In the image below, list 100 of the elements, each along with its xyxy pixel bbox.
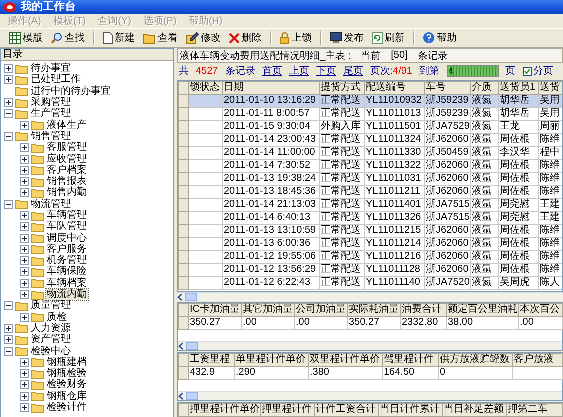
column-header[interactable]: 供方放液贮罐数	[438, 354, 512, 366]
column-header[interactable]: 押第二车	[506, 404, 562, 416]
horizontal-scrollbar[interactable]	[177, 292, 563, 301]
expand-icon[interactable]	[20, 312, 29, 322]
tree-item[interactable]: 采购管理	[30, 97, 72, 108]
tree-item[interactable]: 检验财务	[46, 379, 88, 390]
expand-icon[interactable]	[20, 177, 29, 186]
expand-icon[interactable]	[20, 244, 29, 254]
collapse-icon[interactable]	[4, 109, 13, 118]
collapse-icon[interactable]	[4, 200, 13, 209]
column-header[interactable]: 配送编号	[364, 81, 424, 94]
column-header[interactable]: 客户放液	[512, 354, 562, 366]
toolbar-button[interactable]: 删除	[226, 30, 265, 46]
expand-icon[interactable]	[20, 120, 29, 130]
tree-item[interactable]: 检验计件	[46, 402, 88, 414]
column-header[interactable]: 押里程计件单价	[188, 404, 260, 416]
horizontal-scrollbar[interactable]	[178, 341, 562, 350]
table-row[interactable]: 2011-01-14 23:00:43 正常配送 YL11011324 浙J62060 液氩 周佐根 陈维	[178, 133, 562, 146]
tree-item[interactable]: 客户档案	[46, 164, 88, 176]
page-link[interactable]: 上页	[289, 64, 310, 78]
tree-item[interactable]: 客服管理	[46, 142, 88, 154]
column-header[interactable]: 驾里程计件	[382, 354, 438, 366]
collapse-icon[interactable]	[4, 132, 13, 141]
column-header[interactable]: 工资里程	[188, 354, 234, 366]
toolbar-button[interactable]: 刷新	[369, 30, 408, 46]
column-header[interactable]: 单里程计件单价	[234, 354, 308, 366]
tree-item[interactable]: 车队管理	[46, 221, 88, 232]
column-header[interactable]: 介质	[470, 81, 498, 94]
expand-icon[interactable]	[20, 403, 29, 412]
table-row[interactable]: 2011-01-14 6:40:13 正常配送 YL11011326 浙JA7515 液氩 周尧慰 王建	[178, 211, 562, 224]
scrollbar-thumb[interactable]	[186, 342, 198, 350]
expand-icon[interactable]	[20, 392, 29, 401]
toolbar-button[interactable]: 修改	[183, 30, 224, 46]
expand-icon[interactable]	[20, 222, 29, 232]
column-header[interactable]: 油费合计	[400, 304, 446, 316]
expand-icon[interactable]	[20, 358, 29, 367]
expand-icon[interactable]	[20, 154, 29, 164]
tree-item[interactable]: 液体生产	[46, 120, 88, 131]
tree-item[interactable]: 车辆档案	[46, 278, 88, 289]
expand-icon[interactable]	[20, 188, 29, 198]
column-header[interactable]: 实际耗油量	[348, 304, 400, 316]
table-row[interactable]: 2011-01-10 13:16:29 正常配送 YL11010932 浙J59239 液氮 胡华岳 吴用	[178, 94, 562, 108]
horizontal-scrollbar[interactable]	[178, 391, 562, 400]
toolbar-button[interactable]: 发布	[327, 30, 367, 46]
expand-icon[interactable]	[20, 143, 29, 152]
table-row[interactable]: 2011-01-14 11:00:00 正常配送 YL11011330 浙J50459 液氩 李汉华 程中	[178, 146, 562, 160]
tree-item[interactable]: 进行中的待办事宜	[30, 86, 112, 97]
expand-icon[interactable]	[20, 278, 29, 288]
column-header[interactable]: 公司加油量	[294, 304, 348, 316]
table-row[interactable]: 2011-01-11 8:00:57 正常配送 YL11011013 浙J59239 液氮 胡华岳 吴用	[178, 107, 562, 120]
tree-item[interactable]: 机务管理	[46, 255, 88, 266]
tree-item[interactable]: 生产管理	[30, 108, 72, 120]
checkbox[interactable]	[522, 66, 532, 76]
column-header[interactable]: 送货	[538, 81, 562, 94]
toolbar-button[interactable]: 帮助	[420, 30, 460, 46]
paging-label[interactable]: 分页	[534, 64, 554, 78]
column-header[interactable]: 送货员1	[498, 81, 538, 94]
scrollbar-thumb[interactable]	[185, 293, 197, 301]
tree-item[interactable]: 人力资源	[30, 322, 72, 334]
tree-item[interactable]: 钢瓶仓库	[46, 390, 88, 402]
tree-item[interactable]: 资产管理	[30, 334, 72, 346]
tree-item[interactable]: 应收管理	[46, 154, 88, 165]
table-row[interactable]: 2011-01-15 9:30:04 外购入库 YL11011501 浙JA7529 液氮 王龙 周丽	[178, 120, 562, 134]
tree-item[interactable]: 检验中心	[30, 346, 72, 357]
tree-item[interactable]: 质检	[46, 312, 68, 323]
column-header[interactable]: 车号	[424, 81, 470, 94]
expand-icon[interactable]	[20, 166, 29, 175]
table-row[interactable]: 2011-01-14 21:13:03 正常配送 YL11011401 浙JA7515 液氩 周尧慰 王建	[178, 198, 562, 212]
toolbar-button[interactable]: 查看	[140, 30, 181, 46]
tree-item[interactable]: 客户服务	[46, 244, 88, 255]
expand-icon[interactable]	[20, 256, 29, 266]
tree-item[interactable]: 销售报表	[46, 176, 88, 188]
column-header[interactable]: 押里程计件	[260, 404, 314, 416]
toolbar-button[interactable]: 新建	[100, 30, 138, 46]
column-header[interactable]: 本次百公	[518, 304, 562, 316]
tree-item[interactable]: 车辆保险	[46, 266, 88, 278]
expand-icon[interactable]	[4, 324, 13, 333]
expand-icon[interactable]	[4, 75, 13, 84]
column-header[interactable]: 日期	[222, 81, 320, 94]
tree-item[interactable]: 销售内勤	[46, 187, 88, 198]
page-link[interactable]: 首页	[262, 64, 282, 78]
column-header[interactable]: 提货方式	[320, 81, 364, 94]
page-link[interactable]: 尾页	[343, 64, 364, 78]
column-header[interactable]: 计件工资合计	[314, 404, 378, 416]
tree-item[interactable]: 钢瓶建档	[46, 356, 88, 368]
column-header[interactable]: 双里程计件单价	[308, 354, 382, 366]
tree-item[interactable]: 销售管理	[30, 130, 72, 142]
column-header[interactable]: 当日计件累计	[378, 404, 442, 416]
expand-icon[interactable]	[20, 380, 29, 390]
column-header[interactable]: 锁状态	[188, 81, 222, 94]
tree-item[interactable]: 待办事宜	[30, 63, 72, 74]
table-row[interactable]: 2011-01-14 7:30:52 正常配送 YL11011322 浙J62060 液氩 周佐根 陈维	[178, 159, 562, 172]
expand-icon[interactable]	[20, 234, 29, 243]
tree-item[interactable]: 调度中心	[46, 232, 88, 244]
toolbar-button[interactable]: 上锁	[277, 30, 315, 46]
page-link[interactable]: 下页	[316, 64, 336, 78]
column-header[interactable]: 其它加油量	[242, 304, 294, 316]
expand-icon[interactable]	[20, 369, 29, 378]
toolbar-button[interactable]: 查找	[48, 30, 88, 46]
column-header[interactable]: 额定百公里油耗	[446, 304, 518, 316]
